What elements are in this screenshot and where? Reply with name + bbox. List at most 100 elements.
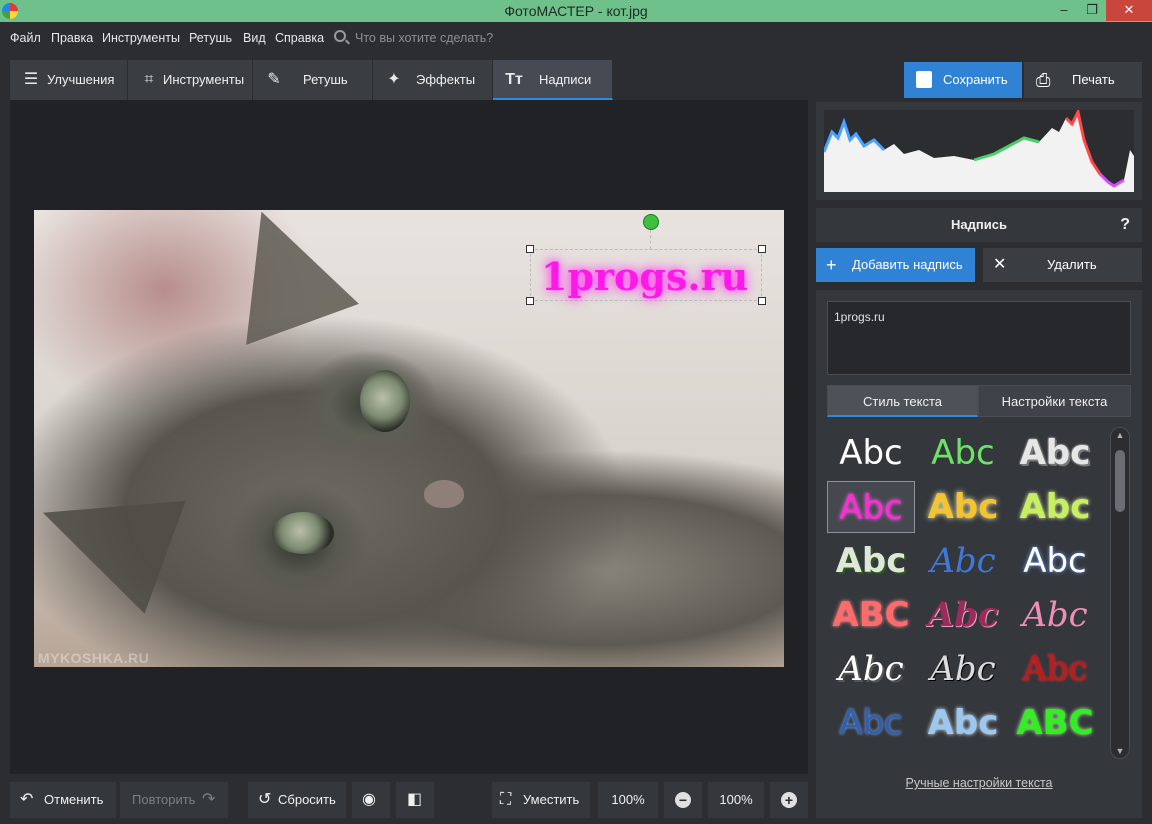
text-style-option[interactable]: Abc: [919, 643, 1007, 695]
tab-retouch[interactable]: ✎ Ретушь: [253, 60, 373, 100]
minimize-button[interactable]: ‒: [1050, 0, 1078, 21]
undo-button[interactable]: ↶ Отменить: [10, 782, 116, 818]
tab-label: Ретушь: [303, 72, 348, 87]
search-input[interactable]: Что вы хотите сделать?: [355, 31, 493, 45]
undo-icon: ↶: [20, 791, 34, 808]
preview-button[interactable]: ◉: [352, 782, 390, 818]
search-icon: [334, 30, 346, 42]
cat-ear: [34, 456, 186, 614]
resize-handle[interactable]: [526, 245, 534, 253]
app-logo-icon: [2, 3, 18, 19]
plus-icon: +: [781, 792, 797, 808]
tab-label: Надписи: [539, 72, 592, 87]
text-style-option[interactable]: Abc: [1011, 589, 1099, 641]
text-icon: Tт: [505, 71, 523, 88]
cat-eye: [272, 512, 334, 554]
text-style-option[interactable]: Abc: [919, 481, 1007, 533]
style-scrollbar[interactable]: ▲ ▼: [1110, 427, 1130, 759]
text-style-grid: Abc Abc Abc Abc Abc Abc Abc Abc Abc ABC Abc Abc Abc A…: [827, 427, 1107, 763]
tab-effects[interactable]: ✦ Эффекты: [373, 60, 493, 100]
compare-button[interactable]: ◧: [396, 782, 434, 818]
tab-label: Улучшения: [47, 72, 115, 87]
title-bar: ФотоМАСТЕР - кот.jpg ‒ ❐ ✕: [0, 0, 1152, 22]
fit-icon: ⛶: [500, 791, 512, 808]
print-button[interactable]: ⎙ Печать: [1024, 62, 1142, 98]
scroll-thumb[interactable]: [1115, 450, 1125, 512]
photo-watermark: MYKOSHKA.RU: [38, 650, 150, 666]
crop-icon: ⌗: [144, 71, 154, 88]
scroll-up-icon[interactable]: ▲: [1111, 430, 1129, 440]
text-style-option[interactable]: Abc: [827, 535, 915, 587]
compare-icon: ◧: [407, 791, 423, 808]
tab-label: Эффекты: [416, 72, 476, 87]
text-style-option[interactable]: Abc: [827, 643, 915, 695]
text-style-option[interactable]: Abc: [1011, 427, 1099, 479]
tab-enhancements[interactable]: ☰ Улучшения: [10, 60, 128, 100]
cat-eye: [360, 370, 410, 432]
text-style-option[interactable]: Abc: [827, 427, 915, 479]
tab-text[interactable]: Tт Надписи: [493, 60, 613, 100]
rotate-handle[interactable]: [643, 214, 659, 230]
text-style-option[interactable]: Abc: [1011, 535, 1099, 587]
save-button[interactable]: Сохранить: [904, 62, 1022, 98]
histogram: [816, 102, 1142, 200]
reset-button[interactable]: ↺ Сбросить: [248, 782, 346, 818]
brush-icon: ✎: [267, 71, 281, 88]
overlay-text[interactable]: 1progs.ru: [541, 254, 748, 299]
text-overlay-box[interactable]: 1progs.ru: [526, 245, 766, 305]
tab-tools[interactable]: ⌗ Инструменты: [128, 60, 253, 100]
close-button[interactable]: ✕: [1106, 0, 1152, 21]
menu-retouch[interactable]: Ретушь: [189, 31, 232, 45]
cat-ear: [205, 210, 359, 345]
text-style-option[interactable]: Abc: [919, 697, 1007, 749]
text-style-option[interactable]: Abc: [1011, 643, 1099, 695]
rotation-connector: [650, 230, 651, 249]
delete-text-button[interactable]: ✕ Удалить: [983, 248, 1142, 282]
text-section-header: Надпись ?: [816, 208, 1142, 242]
reset-label: Сбросить: [278, 792, 336, 807]
text-style-option[interactable]: Abc: [919, 535, 1007, 587]
text-style-option[interactable]: Abc: [1011, 481, 1099, 533]
magic-wand-icon: ✦: [387, 71, 401, 88]
fit-button[interactable]: ⛶ Уместить: [492, 782, 590, 818]
close-icon: ✕: [993, 256, 1007, 273]
fit-label: Уместить: [523, 792, 580, 807]
resize-handle[interactable]: [758, 297, 766, 305]
redo-button[interactable]: Повторить ↷: [120, 782, 228, 818]
undo-label: Отменить: [44, 792, 104, 807]
reset-icon: ↺: [258, 791, 272, 808]
zoom-input[interactable]: 100%: [708, 782, 764, 818]
zoom-out-button[interactable]: −: [664, 782, 702, 818]
text-style-option[interactable]: Abc: [919, 427, 1007, 479]
zoom-in-button[interactable]: +: [770, 782, 808, 818]
add-text-button[interactable]: + Добавить надпись: [816, 248, 975, 282]
cat-nose: [424, 480, 464, 508]
print-label: Печать: [1072, 72, 1115, 87]
text-style-option[interactable]: ABC: [1011, 697, 1099, 749]
maximize-button[interactable]: ❐: [1078, 0, 1106, 21]
add-text-label: Добавить надпись: [852, 257, 963, 272]
menu-help[interactable]: Справка: [275, 31, 324, 45]
tab-text-style[interactable]: Стиль текста: [827, 385, 978, 417]
menu-edit[interactable]: Правка: [51, 31, 93, 45]
menu-view[interactable]: Вид: [243, 31, 266, 45]
help-icon[interactable]: ?: [1120, 208, 1130, 242]
redo-icon: ↷: [202, 791, 216, 808]
tab-text-settings[interactable]: Настройки текста: [978, 385, 1131, 417]
window-title: ФотоМАСТЕР - кот.jpg: [504, 3, 648, 19]
menu-file[interactable]: Файл: [10, 31, 41, 45]
resize-handle[interactable]: [758, 245, 766, 253]
scroll-down-icon[interactable]: ▼: [1111, 746, 1129, 756]
text-style-option[interactable]: Abc: [827, 481, 915, 533]
text-style-option[interactable]: ABC: [827, 589, 915, 641]
zoom-value: 100%: [598, 782, 658, 818]
manual-text-settings-link[interactable]: Ручные настройки текста: [816, 776, 1142, 790]
text-style-option[interactable]: Abc: [919, 589, 1007, 641]
text-style-option[interactable]: Abc: [827, 697, 915, 749]
canvas-area[interactable]: MYKOSHKA.RU: [10, 100, 808, 774]
resize-handle[interactable]: [526, 297, 534, 305]
histogram-graph: [824, 110, 1134, 192]
minus-icon: −: [675, 792, 691, 808]
menu-tools[interactable]: Инструменты: [102, 31, 180, 45]
text-content-field[interactable]: 1progs.ru: [827, 301, 1131, 375]
